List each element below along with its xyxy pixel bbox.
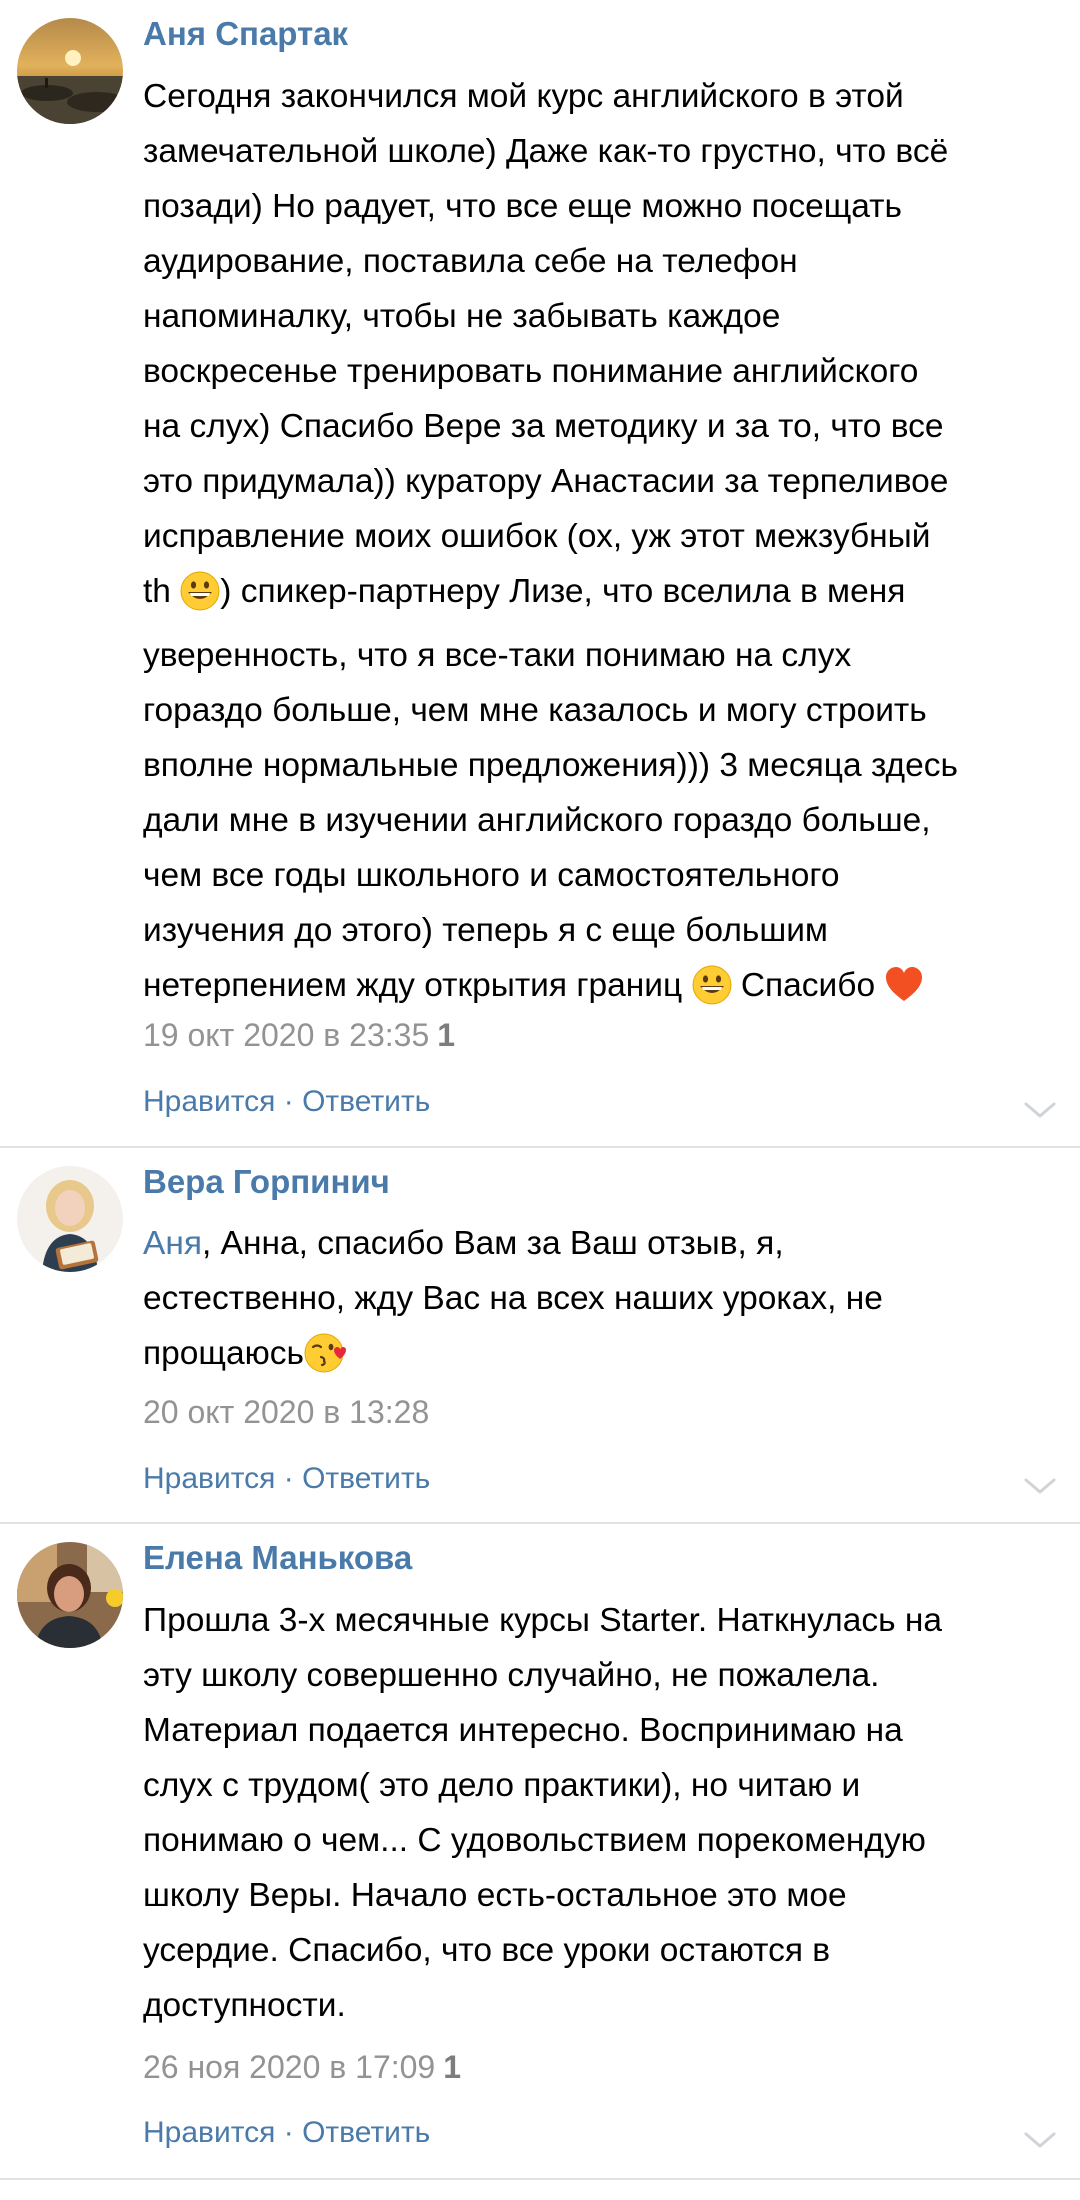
mention-link[interactable]: Аня (143, 1225, 202, 1262)
text-line: доступности. (143, 1987, 346, 2024)
like-count: 1 (443, 2049, 462, 2085)
comment-author[interactable]: Вера Горпинич (143, 1162, 390, 1202)
text-line: эту школу совершенно случайно, не пожале… (143, 1657, 880, 1694)
reply-button[interactable]: Ответить (302, 1085, 430, 1118)
avatar-elena[interactable] (17, 1542, 123, 1648)
comment-meta: 19 окт 2020 в 23:35 1 (143, 1015, 455, 1055)
text-line: напоминалку, чтобы не забывать каждое (143, 298, 781, 335)
text-line: гораздо больше, чем мне казалось и могу … (143, 692, 927, 729)
comment-divider (0, 1522, 1080, 1524)
text-fragment: , Анна, спасибо Вам за Ваш отзыв, я, (202, 1225, 784, 1262)
reply-button[interactable]: Ответить (302, 1462, 430, 1495)
chevron-down-icon[interactable] (1022, 1098, 1058, 1122)
text-line: воскресенье тренировать понимание англий… (143, 353, 919, 390)
text-line: естественно, жду Вас на всех наших урока… (143, 1280, 883, 1317)
text-line: на слух) Спасибо Вере за методику и за т… (143, 408, 944, 445)
comment-text: Аня, Анна, спасибо Вам за Ваш отзыв, я, … (143, 1216, 1073, 1390)
text-line-with-emoji: th ) спикер-партнеру Лизе, что вселила в… (143, 564, 1073, 628)
text-line-with-mention: Аня, Анна, спасибо Вам за Ваш отзыв, я, (143, 1216, 1073, 1271)
text-line: Прошла 3-х месячные курсы Starter. Наткн… (143, 1602, 942, 1639)
action-separator: · (283, 1085, 294, 1118)
comment-meta: 20 окт 2020 в 13:28 (143, 1392, 429, 1432)
text-line: школу Веры. Начало есть-остальное это мо… (143, 1877, 847, 1914)
text-line: уверенность, что я все-таки понимаю на с… (143, 637, 852, 674)
action-separator: · (283, 1462, 294, 1495)
text-line: вполне нормальные предложения))) 3 месяц… (143, 747, 958, 784)
like-button[interactable]: Нравится (143, 1462, 275, 1495)
action-separator: · (283, 2116, 294, 2149)
text-fragment: прощаюсь (143, 1335, 304, 1372)
text-line: понимаю о чем... С удовольствием пореком… (143, 1822, 926, 1859)
comment-author[interactable]: Аня Спартак (143, 14, 348, 54)
avatar-anya[interactable] (17, 18, 123, 124)
comment-text: Прошла 3-х месячные курсы Starter. Наткн… (143, 1593, 1073, 2033)
comment-text: Сегодня закончился мой курс английского … (143, 69, 1073, 1022)
comment-author[interactable]: Елена Манькова (143, 1538, 412, 1578)
comment-date[interactable]: 19 окт 2020 в 23:35 (143, 1017, 429, 1053)
chevron-down-icon[interactable] (1022, 2128, 1058, 2152)
text-line: аудирование, поставила себе на телефон (143, 243, 798, 280)
grinning-face-emoji (180, 571, 220, 628)
like-count: 1 (437, 1017, 456, 1053)
face-blowing-kiss-emoji (304, 1333, 348, 1390)
avatar-woman-portrait-image (17, 1542, 123, 1648)
text-line: исправление моих ошибок (ох, уж этот меж… (143, 518, 931, 555)
like-button[interactable]: Нравится (143, 2116, 275, 2149)
avatar-sunset-image (17, 18, 123, 124)
comment-date[interactable]: 20 окт 2020 в 13:28 (143, 1394, 429, 1430)
chevron-down-icon[interactable] (1022, 1474, 1058, 1498)
text-fragment: ) спикер-партнеру Лизе, что вселила в ме… (220, 573, 906, 610)
text-line: позади) Но радует, что все еще можно пос… (143, 188, 902, 225)
text-line: Материал подается интересно. Воспринимаю… (143, 1712, 903, 1749)
grinning-face-emoji (692, 965, 732, 1022)
text-fragment: th (143, 573, 171, 610)
like-button[interactable]: Нравится (143, 1085, 275, 1118)
comment-meta: 26 ноя 2020 в 17:09 1 (143, 2047, 461, 2087)
text-line: слух с трудом( это дело практики), но чи… (143, 1767, 861, 1804)
text-line: усердие. Спасибо, что все уроки остаются… (143, 1932, 831, 1969)
text-fragment: нетерпением жду открытия границ (143, 967, 683, 1004)
avatar-vera[interactable] (17, 1166, 123, 1272)
comment-divider (0, 1146, 1080, 1148)
reply-button[interactable]: Ответить (302, 2116, 430, 2149)
comment-actions: Нравится · Ответить (143, 2113, 430, 2153)
text-line: замечательной школе) Даже как-то грустно… (143, 133, 949, 170)
comment-actions: Нравится · Ответить (143, 1082, 430, 1122)
text-line: чем все годы школьного и самостоятельног… (143, 857, 840, 894)
comment-actions: Нравится · Ответить (143, 1459, 430, 1499)
text-line: дали мне в изучении английского гораздо … (143, 802, 931, 839)
text-fragment: Спасибо (740, 967, 876, 1004)
text-line-with-emoji: нетерпением жду открытия границ Спасибо (143, 958, 1073, 1022)
avatar-woman-reading-image (17, 1166, 123, 1272)
orange-heart-emoji (884, 965, 924, 1022)
text-line: Сегодня закончился мой курс английского … (143, 78, 904, 115)
text-line: изучения до этого) теперь я с еще больши… (143, 912, 828, 949)
text-line: это придумала)) куратору Анастасии за те… (143, 463, 949, 500)
comment-date[interactable]: 26 ноя 2020 в 17:09 (143, 2049, 435, 2085)
comment-divider (0, 2178, 1080, 2180)
text-line-with-emoji: прощаюсь (143, 1326, 1073, 1390)
